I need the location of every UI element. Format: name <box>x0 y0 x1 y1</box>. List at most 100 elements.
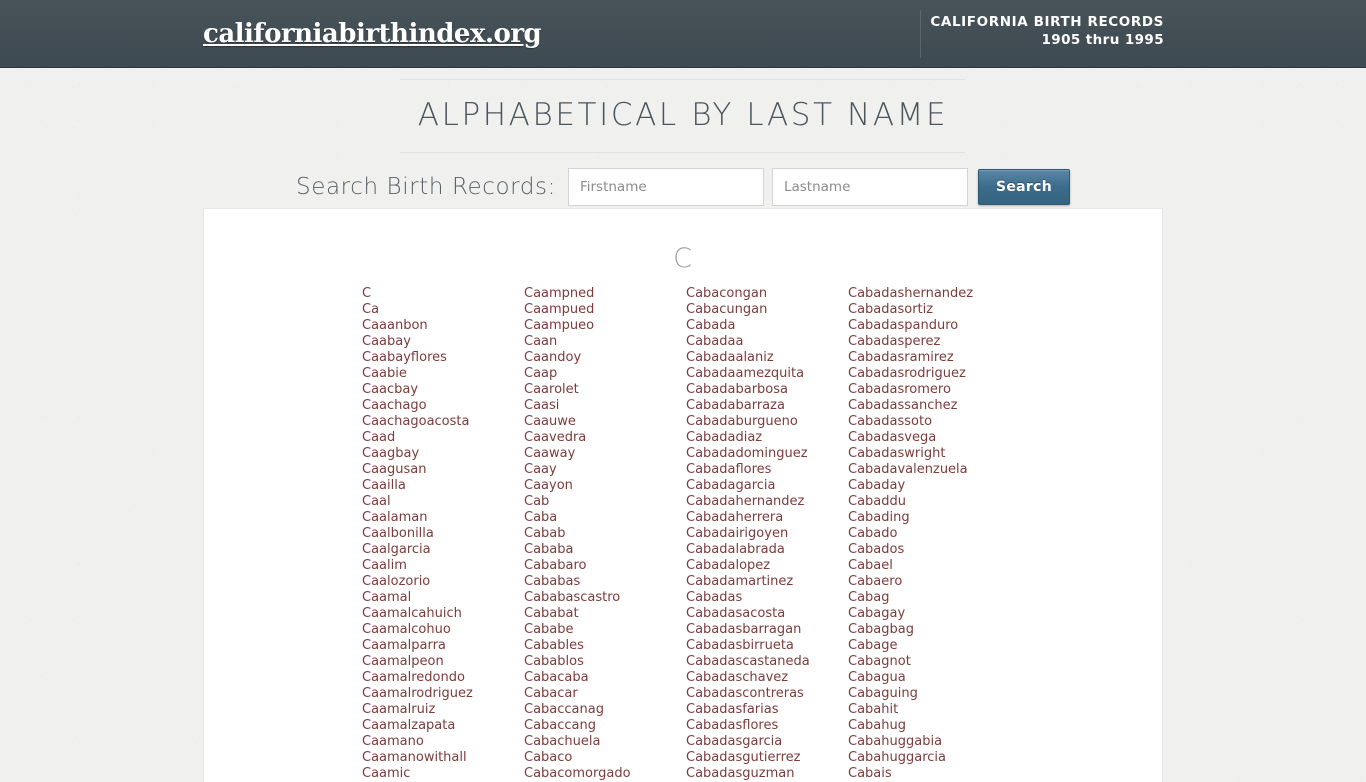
name-link[interactable]: Cabado <box>848 526 1010 542</box>
name-link[interactable]: Caamalzapata <box>362 718 524 734</box>
name-link[interactable]: Cabagbag <box>848 622 1010 638</box>
name-link[interactable]: Cabaco <box>524 750 686 766</box>
name-link[interactable]: Caacbay <box>362 382 524 398</box>
name-link[interactable]: Cababe <box>524 622 686 638</box>
name-link[interactable]: Cabahuggarcia <box>848 750 1010 766</box>
name-link[interactable]: Cabaccang <box>524 718 686 734</box>
name-link[interactable]: Cabadairigoyen <box>686 526 848 542</box>
name-link[interactable]: Cabagua <box>848 670 1010 686</box>
name-link[interactable]: Cabadaa <box>686 334 848 350</box>
name-link[interactable]: Cabacungan <box>686 302 848 318</box>
name-link[interactable]: Caamalparra <box>362 638 524 654</box>
name-link[interactable]: Caalaman <box>362 510 524 526</box>
name-link[interactable]: Caamano <box>362 734 524 750</box>
name-link[interactable]: Cabadasramirez <box>848 350 1010 366</box>
name-link[interactable]: Caamanowithall <box>362 750 524 766</box>
name-link[interactable]: Cabadavalenzuela <box>848 462 1010 478</box>
name-link[interactable]: Cabadaalaniz <box>686 350 848 366</box>
name-link[interactable]: Cabadaspanduro <box>848 318 1010 334</box>
name-link[interactable]: Caabay <box>362 334 524 350</box>
name-link[interactable]: Cabadasguzman <box>686 766 848 782</box>
name-link[interactable]: Caaway <box>524 446 686 462</box>
name-link[interactable]: Caarolet <box>524 382 686 398</box>
name-link[interactable]: Cababaro <box>524 558 686 574</box>
name-link[interactable]: Caalozorio <box>362 574 524 590</box>
name-link[interactable]: Cabadalabrada <box>686 542 848 558</box>
name-link[interactable]: Caamalcahuich <box>362 606 524 622</box>
name-link[interactable]: Cabadasgutierrez <box>686 750 848 766</box>
name-link[interactable]: Cabadaamezquita <box>686 366 848 382</box>
name-link[interactable]: Cabadasortiz <box>848 302 1010 318</box>
name-link[interactable]: Caba <box>524 510 686 526</box>
name-link[interactable]: C <box>362 286 524 302</box>
name-link[interactable]: Caalgarcia <box>362 542 524 558</box>
name-link[interactable]: Caamalcohuo <box>362 622 524 638</box>
name-link[interactable]: Caayon <box>524 478 686 494</box>
site-brand-link[interactable]: californiabirthindex.org <box>203 19 542 49</box>
name-link[interactable]: Cabadaflores <box>686 462 848 478</box>
name-link[interactable]: Ca <box>362 302 524 318</box>
name-link[interactable]: Caabayflores <box>362 350 524 366</box>
name-link[interactable]: Cabading <box>848 510 1010 526</box>
name-link[interactable]: Caagusan <box>362 462 524 478</box>
name-link[interactable]: Cabadaherrera <box>686 510 848 526</box>
name-link[interactable]: Cabadassoto <box>848 414 1010 430</box>
name-link[interactable]: Cabadasrodriguez <box>848 366 1010 382</box>
name-link[interactable]: Cababat <box>524 606 686 622</box>
name-link[interactable]: Cababascastro <box>524 590 686 606</box>
name-link[interactable]: Caachagoacosta <box>362 414 524 430</box>
name-link[interactable]: Cabadasperez <box>848 334 1010 350</box>
name-link[interactable]: Cabage <box>848 638 1010 654</box>
name-link[interactable]: Caabie <box>362 366 524 382</box>
name-link[interactable]: Caamalruiz <box>362 702 524 718</box>
name-link[interactable]: Cabadasacosta <box>686 606 848 622</box>
name-link[interactable]: Cabadassanchez <box>848 398 1010 414</box>
name-link[interactable]: Cab <box>524 494 686 510</box>
name-link[interactable]: Cabab <box>524 526 686 542</box>
name-link[interactable]: Cabaccanag <box>524 702 686 718</box>
name-link[interactable]: Cabahug <box>848 718 1010 734</box>
name-link[interactable]: Cabacar <box>524 686 686 702</box>
name-link[interactable]: Caamalpeon <box>362 654 524 670</box>
name-link[interactable]: Cabadahernandez <box>686 494 848 510</box>
name-link[interactable]: Caap <box>524 366 686 382</box>
name-link[interactable]: Cabadasflores <box>686 718 848 734</box>
name-link[interactable]: Cabais <box>848 766 1010 782</box>
name-link[interactable]: Cabachuela <box>524 734 686 750</box>
name-link[interactable]: Cabadashernandez <box>848 286 1010 302</box>
name-link[interactable]: Cabadamartinez <box>686 574 848 590</box>
name-link[interactable]: Cabahit <box>848 702 1010 718</box>
name-link[interactable]: Cabaero <box>848 574 1010 590</box>
name-link[interactable]: Cabadasgarcia <box>686 734 848 750</box>
name-link[interactable]: Caan <box>524 334 686 350</box>
name-link[interactable]: Cabadadominguez <box>686 446 848 462</box>
name-link[interactable]: Caay <box>524 462 686 478</box>
name-link[interactable]: Cabael <box>848 558 1010 574</box>
name-link[interactable]: Cabaguing <box>848 686 1010 702</box>
name-link[interactable]: Cabados <box>848 542 1010 558</box>
name-link[interactable]: Cabacongan <box>686 286 848 302</box>
name-link[interactable]: Caavedra <box>524 430 686 446</box>
name-link[interactable]: Cabaddu <box>848 494 1010 510</box>
name-link[interactable]: Caasi <box>524 398 686 414</box>
name-link[interactable]: Caachago <box>362 398 524 414</box>
name-link[interactable]: Cababa <box>524 542 686 558</box>
name-link[interactable]: Cabadaburgueno <box>686 414 848 430</box>
lastname-input[interactable] <box>771 167 968 206</box>
name-link[interactable]: Cabadasbarragan <box>686 622 848 638</box>
name-link[interactable]: Caal <box>362 494 524 510</box>
name-link[interactable]: Caamalrodriguez <box>362 686 524 702</box>
name-link[interactable]: Caailla <box>362 478 524 494</box>
name-link[interactable]: Cabacomorgado <box>524 766 686 782</box>
name-link[interactable]: Caagbay <box>362 446 524 462</box>
name-link[interactable]: Caalbonilla <box>362 526 524 542</box>
name-link[interactable]: Cabadaschavez <box>686 670 848 686</box>
name-link[interactable]: Caamalredondo <box>362 670 524 686</box>
name-link[interactable]: Cabagay <box>848 606 1010 622</box>
name-link[interactable]: Cabadasvega <box>848 430 1010 446</box>
name-link[interactable]: Cabagnot <box>848 654 1010 670</box>
search-button[interactable]: Search <box>977 168 1070 205</box>
name-link[interactable]: Cabadascastaneda <box>686 654 848 670</box>
name-link[interactable]: Caandoy <box>524 350 686 366</box>
name-link[interactable]: Cabables <box>524 638 686 654</box>
